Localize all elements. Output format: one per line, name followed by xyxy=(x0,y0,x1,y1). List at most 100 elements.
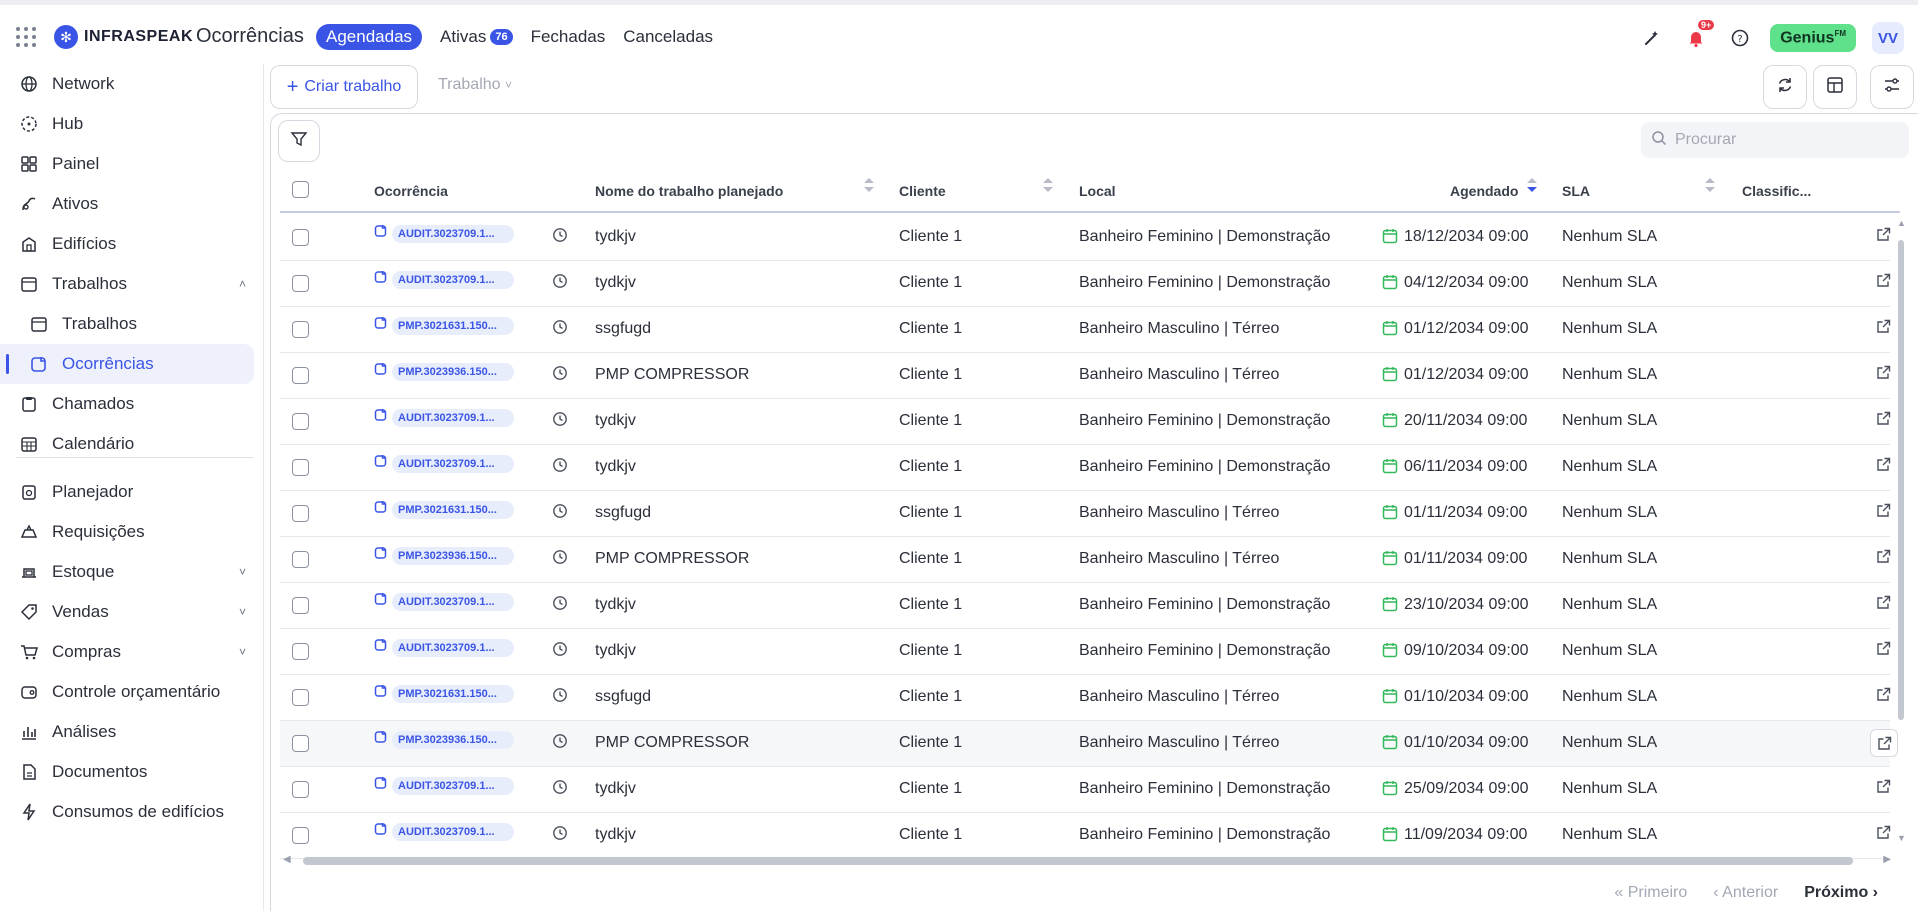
table-row[interactable]: PMP.3023936.150... PMP COMPRESSOR Cliente … xyxy=(280,353,1891,399)
vertical-scrollbar[interactable]: ▲ ▼ xyxy=(1896,218,1906,843)
table-row[interactable]: AUDIT.3023709.1... tydkjv Cliente 1 Banheir… xyxy=(280,261,1891,307)
occurrence-code[interactable]: PMP.3023936.150... xyxy=(392,730,514,749)
scroll-right-icon[interactable]: ▶ xyxy=(1883,854,1891,865)
refresh-button[interactable] xyxy=(1763,65,1807,109)
occurrence-cell[interactable]: PMP.3023936.150... xyxy=(374,546,514,565)
occurrence-code[interactable]: PMP.3023936.150... xyxy=(392,546,514,565)
row-checkbox[interactable] xyxy=(292,505,309,522)
layout-button[interactable] xyxy=(1813,65,1857,109)
open-external-icon[interactable] xyxy=(1876,641,1891,661)
occurrence-cell[interactable]: AUDIT.3023709.1... xyxy=(374,270,514,289)
help-icon[interactable]: ? xyxy=(1726,24,1754,52)
open-external-icon[interactable] xyxy=(1876,227,1891,247)
chevron-up-icon[interactable]: ˄ xyxy=(239,277,246,291)
open-external-icon[interactable] xyxy=(1876,503,1891,523)
table-row[interactable]: PMP.3021631.150... ssgfugd Cliente 1 Banhei… xyxy=(280,491,1891,537)
sidebar-item-ocorrencias[interactable]: Ocorrências xyxy=(0,344,254,384)
occurrence-code[interactable]: AUDIT.3023709.1... xyxy=(392,638,514,657)
row-checkbox[interactable] xyxy=(292,275,309,292)
horizontal-scroll-thumb[interactable] xyxy=(303,857,1853,865)
tab-agendadas[interactable]: Agendadas xyxy=(316,24,423,50)
occurrence-cell[interactable]: AUDIT.3023709.1... xyxy=(374,454,514,473)
next-page-button[interactable]: Próximo › xyxy=(1804,884,1878,902)
table-row[interactable]: AUDIT.3023709.1... tydkjv Cliente 1 Banheir… xyxy=(280,399,1891,445)
open-external-icon[interactable] xyxy=(1876,825,1891,845)
filter-button[interactable] xyxy=(278,120,320,162)
select-all-checkbox[interactable] xyxy=(292,181,309,198)
open-external-icon[interactable] xyxy=(1876,687,1891,707)
sidebar-item-planejador[interactable]: Planejador xyxy=(0,472,254,512)
row-checkbox[interactable] xyxy=(292,781,309,798)
table-row[interactable]: AUDIT.3023709.1... tydkjv Cliente 1 Banheir… xyxy=(280,629,1891,675)
sidebar-item-edificios[interactable]: Edifícios xyxy=(0,224,254,264)
scroll-down-icon[interactable]: ▼ xyxy=(1897,833,1906,843)
occurrence-cell[interactable]: AUDIT.3023709.1... xyxy=(374,776,514,795)
sidebar-item-calendario[interactable]: Calendário xyxy=(0,424,254,464)
occurrence-code[interactable]: PMP.3021631.150... xyxy=(392,684,514,703)
occurrence-code[interactable]: AUDIT.3023709.1... xyxy=(392,822,514,841)
search-input[interactable] xyxy=(1675,131,1895,149)
table-row[interactable]: AUDIT.3023709.1... tydkjv Cliente 1 Banheir… xyxy=(280,813,1891,859)
horizontal-scrollbar[interactable]: ◀ ▶ xyxy=(283,854,1891,868)
occurrence-cell[interactable]: AUDIT.3023709.1... xyxy=(374,224,514,243)
row-checkbox[interactable] xyxy=(292,551,309,568)
sidebar-item-vendas[interactable]: Vendas ˅ xyxy=(0,592,254,632)
sidebar-item-trabalhos[interactable]: Trabalhos xyxy=(0,304,254,344)
column-sla[interactable]: SLA xyxy=(1562,183,1590,199)
occurrence-code[interactable]: AUDIT.3023709.1... xyxy=(392,592,514,611)
occurrence-cell[interactable]: AUDIT.3023709.1... xyxy=(374,592,514,611)
table-row[interactable]: AUDIT.3023709.1... tydkjv Cliente 1 Banheir… xyxy=(280,215,1891,261)
chevron-down-icon[interactable]: ˅ xyxy=(239,605,246,619)
row-checkbox[interactable] xyxy=(292,689,309,706)
row-checkbox[interactable] xyxy=(292,827,309,844)
work-type-dropdown[interactable]: Trabalho ˅ xyxy=(438,76,512,94)
sidebar-item-ativos[interactable]: Ativos xyxy=(0,184,254,224)
sidebar-item-estoque[interactable]: Estoque ˅ xyxy=(0,552,254,592)
table-row[interactable]: AUDIT.3023709.1... tydkjv Cliente 1 Banheir… xyxy=(280,767,1891,813)
occurrence-code[interactable]: PMP.3023936.150... xyxy=(392,362,514,381)
scroll-up-icon[interactable]: ▲ xyxy=(1897,218,1906,228)
chevron-down-icon[interactable]: ˅ xyxy=(239,645,246,659)
sort-nome-icon[interactable] xyxy=(864,178,874,204)
row-checkbox[interactable] xyxy=(292,597,309,614)
occurrence-code[interactable]: PMP.3021631.150... xyxy=(392,316,514,335)
sidebar-item-painel[interactable]: Painel xyxy=(0,144,254,184)
settings-sliders-button[interactable] xyxy=(1870,65,1914,109)
chevron-down-icon[interactable]: ˅ xyxy=(239,565,246,579)
open-external-icon[interactable] xyxy=(1870,729,1898,757)
genius-button[interactable]: GeniusFM xyxy=(1770,23,1856,53)
column-cliente[interactable]: Cliente xyxy=(899,183,946,199)
logo[interactable]: ✻ INFRASPEAK xyxy=(54,25,193,49)
row-checkbox[interactable] xyxy=(292,413,309,430)
column-local[interactable]: Local xyxy=(1079,183,1116,199)
tab-canceladas[interactable]: Canceladas xyxy=(623,27,713,47)
table-row[interactable]: PMP.3021631.150... ssgfugd Cliente 1 Banhei… xyxy=(280,675,1891,721)
tab-fechadas[interactable]: Fechadas xyxy=(531,27,606,47)
open-external-icon[interactable] xyxy=(1876,365,1891,385)
occurrence-cell[interactable]: PMP.3023936.150... xyxy=(374,362,514,381)
create-work-button[interactable]: + Criar trabalho xyxy=(270,65,418,109)
vertical-scroll-thumb[interactable] xyxy=(1898,240,1904,720)
column-classificacao[interactable]: Classific... xyxy=(1742,183,1811,199)
occurrence-cell[interactable]: AUDIT.3023709.1... xyxy=(374,408,514,427)
sort-cliente-icon[interactable] xyxy=(1043,178,1053,204)
notification-bell-icon[interactable]: 9+ xyxy=(1682,20,1715,52)
open-external-icon[interactable] xyxy=(1876,595,1891,615)
occurrence-cell[interactable]: PMP.3021631.150... xyxy=(374,684,514,703)
open-external-icon[interactable] xyxy=(1876,411,1891,431)
column-agendado[interactable]: Agendado xyxy=(1450,183,1518,199)
open-external-icon[interactable] xyxy=(1876,457,1891,477)
scroll-left-icon[interactable]: ◀ xyxy=(283,854,291,865)
table-row[interactable]: PMP.3023936.150... PMP COMPRESSOR Cliente … xyxy=(280,721,1898,767)
sort-agendado-icon[interactable] xyxy=(1527,178,1537,204)
row-checkbox[interactable] xyxy=(292,459,309,476)
sidebar-item-consumos-edificios[interactable]: Consumos de edifícios xyxy=(0,792,254,832)
row-checkbox[interactable] xyxy=(292,643,309,660)
magic-wand-icon[interactable] xyxy=(1638,24,1666,52)
column-ocorrencia[interactable]: Ocorrência xyxy=(374,183,448,199)
occurrence-cell[interactable]: PMP.3021631.150... xyxy=(374,500,514,519)
table-row[interactable]: PMP.3023936.150... PMP COMPRESSOR Cliente … xyxy=(280,537,1891,583)
sidebar-item-analises[interactable]: Análises xyxy=(0,712,254,752)
sidebar-item-network[interactable]: Network xyxy=(0,64,254,104)
sidebar-item-documentos[interactable]: Documentos xyxy=(0,752,254,792)
